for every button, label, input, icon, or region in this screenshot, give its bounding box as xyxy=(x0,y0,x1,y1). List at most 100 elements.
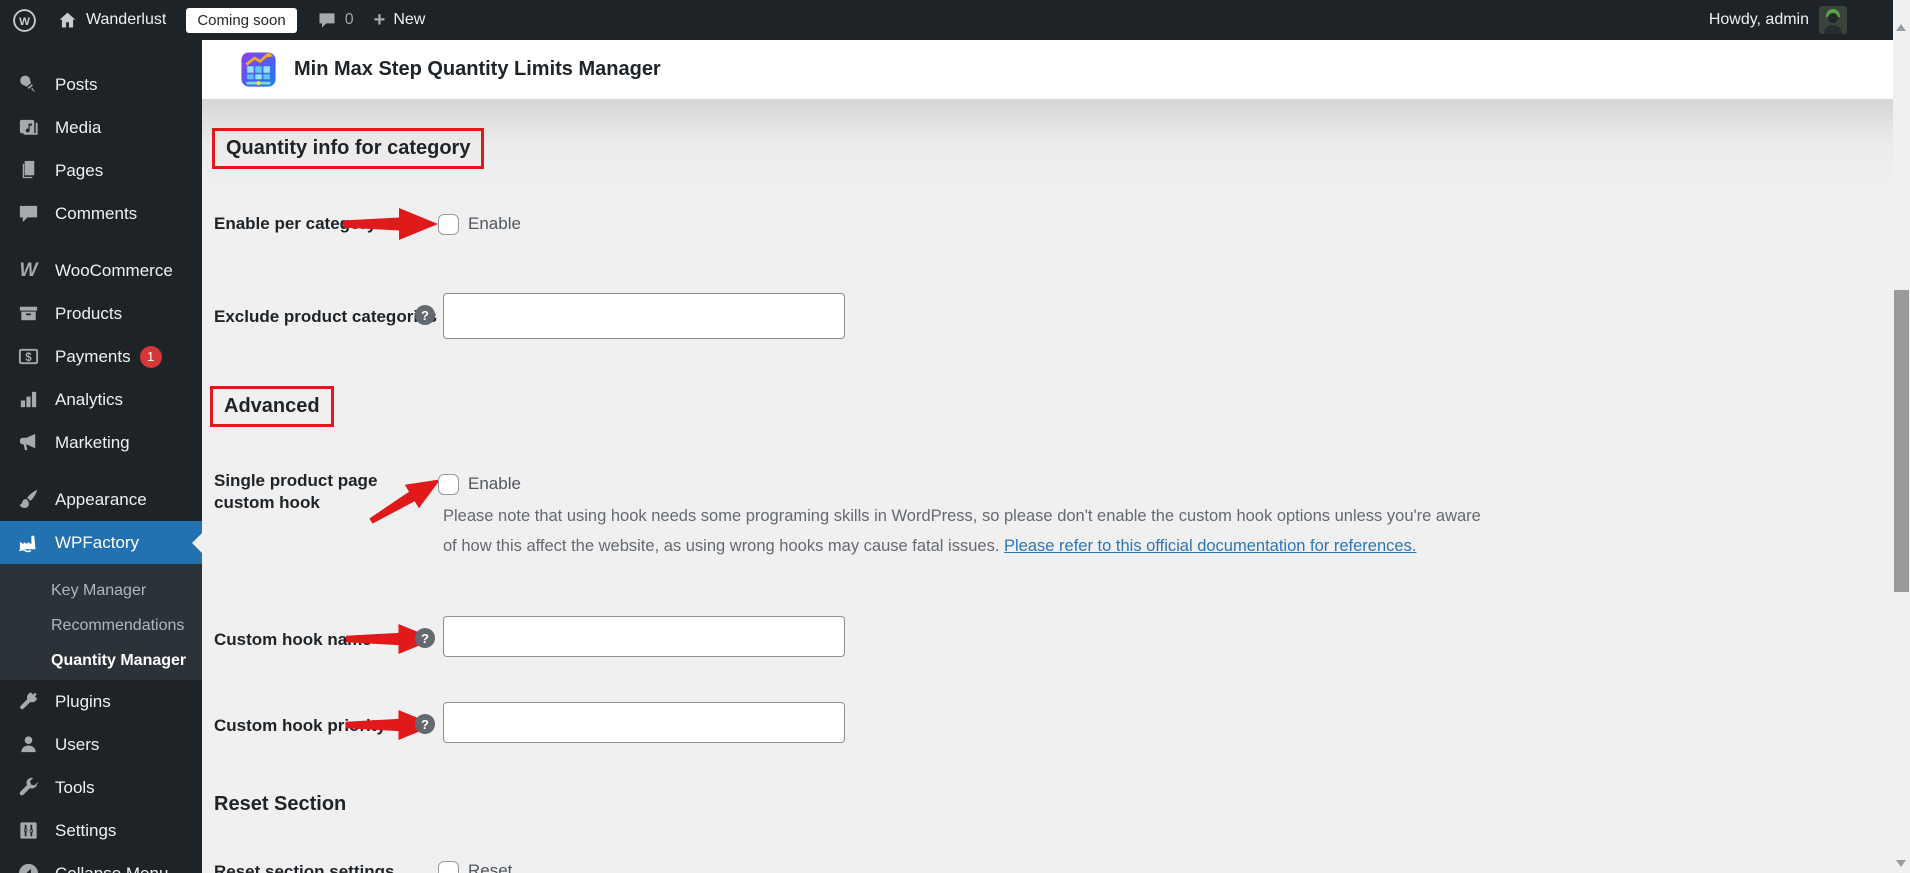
svg-text:$: $ xyxy=(25,352,32,364)
sidebar-item-media[interactable]: Media xyxy=(0,106,202,149)
sidebar-item-users[interactable]: Users xyxy=(0,723,202,766)
exclude-categories-label: Exclude product categories xyxy=(214,307,437,326)
custom-hook-enable-field: Enable xyxy=(438,470,521,498)
sidebar-item-wpfactory[interactable]: WPFactory xyxy=(0,521,202,564)
sidebar-item-plugins[interactable]: Plugins xyxy=(0,680,202,723)
sidebar-subitem-quantity-manager[interactable]: Quantity Manager xyxy=(0,643,202,678)
pages-icon xyxy=(15,159,42,182)
page-title: Min Max Step Quantity Limits Manager xyxy=(294,58,661,80)
documentation-link[interactable]: Please refer to this official documentat… xyxy=(1004,537,1416,555)
sidebar-item-collapse-menu[interactable]: Collapse Menu xyxy=(0,852,202,873)
section-heading-category: Quantity info for category xyxy=(212,128,485,169)
comment-bubble-icon xyxy=(319,13,335,28)
plugin-logo-icon xyxy=(241,51,276,87)
sidebar-item-comments[interactable]: Comments xyxy=(0,192,202,235)
admin-bar-account[interactable]: Howdy, admin xyxy=(1709,6,1893,34)
user-icon xyxy=(15,733,42,756)
sidebar-item-label: Marketing xyxy=(55,432,130,452)
reset-checkbox[interactable] xyxy=(438,860,459,873)
enable-per-category-field: Enable xyxy=(438,210,521,238)
box-icon xyxy=(15,302,42,325)
scrollbar xyxy=(1893,0,1910,873)
sidebar-item-label: Tools xyxy=(55,777,95,797)
wordpress-logo-icon: W xyxy=(13,8,36,32)
admin-bar-new[interactable]: + New xyxy=(374,10,426,30)
sidebar-item-label: Payments xyxy=(55,346,131,366)
sidebar-item-woocommerce[interactable]: W WooCommerce xyxy=(0,249,202,292)
section-heading-advanced: Advanced xyxy=(210,386,334,427)
site-name: Wanderlust xyxy=(86,11,167,28)
avatar xyxy=(1819,6,1847,34)
sidebar-item-payments[interactable]: $ Payments 1 xyxy=(0,335,202,378)
sidebar-item-label: Products xyxy=(55,303,123,323)
section-heading-reset: Reset Section xyxy=(214,793,347,815)
custom-hook-priority-input[interactable] xyxy=(443,702,845,743)
admin-bar: W Wanderlust Coming soon 0 + New Howdy, … xyxy=(0,0,1893,40)
sliders-icon xyxy=(15,819,42,842)
reset-settings-field: Reset xyxy=(438,857,512,873)
money-icon: $ xyxy=(15,345,42,368)
custom-hook-enable-checkbox[interactable] xyxy=(438,473,459,495)
checkbox-label: Enable xyxy=(468,214,521,233)
comment-count: 0 xyxy=(344,11,354,28)
woocommerce-icon: W xyxy=(19,260,38,281)
sidebar-subitem-key-manager[interactable]: Key Manager xyxy=(0,573,202,608)
sidebar-item-tools[interactable]: Tools xyxy=(0,766,202,809)
custom-hook-name-input[interactable] xyxy=(443,616,845,657)
media-icon xyxy=(15,116,42,139)
sidebar-item-label: Users xyxy=(55,734,100,754)
plugin-page-header: Min Max Step Quantity Limits Manager xyxy=(202,40,1893,99)
exclude-categories-input[interactable] xyxy=(443,293,845,339)
sidebar-item-posts[interactable]: Posts xyxy=(0,63,202,106)
sidebar-item-label: Settings xyxy=(55,820,117,840)
sidebar-item-label: Pages xyxy=(55,160,104,180)
payments-count-badge: 1 xyxy=(139,345,162,368)
sidebar-item-appearance[interactable]: Appearance xyxy=(0,478,202,521)
checkbox-label: Enable xyxy=(468,474,521,493)
comment-icon xyxy=(15,202,42,225)
collapse-icon xyxy=(15,862,42,873)
site-name-link[interactable]: Wanderlust xyxy=(57,10,166,31)
sidebar-item-label: Collapse Menu xyxy=(55,863,169,873)
sidebar-subitem-recommendations[interactable]: Recommendations xyxy=(0,608,202,643)
scrollbar-down-arrow[interactable] xyxy=(1896,860,1906,867)
sidebar-item-label: WPFactory xyxy=(55,532,140,552)
sidebar-item-label: Plugins xyxy=(55,691,111,711)
sidebar-item-label: Posts xyxy=(55,74,98,94)
sidebar-item-products[interactable]: Products xyxy=(0,292,202,335)
sidebar-item-label: Media xyxy=(55,117,102,137)
howdy-label: Howdy, admin xyxy=(1708,11,1809,28)
wpfactory-submenu: Key Manager Recommendations Quantity Man… xyxy=(0,564,202,680)
megaphone-icon xyxy=(15,431,42,454)
admin-bar-comments[interactable]: 0 xyxy=(317,10,354,30)
sidebar-item-label: Appearance xyxy=(55,489,147,509)
sidebar-item-label: Comments xyxy=(55,203,138,223)
scrollbar-thumb[interactable] xyxy=(1894,290,1909,592)
svg-text:W: W xyxy=(19,15,30,27)
sidebar-item-marketing[interactable]: Marketing xyxy=(0,421,202,464)
new-label: New xyxy=(393,11,426,28)
sidebar-item-pages[interactable]: Pages xyxy=(0,149,202,192)
home-icon xyxy=(59,12,76,27)
factory-icon xyxy=(15,531,42,554)
settings-content: Quantity info for category Enable per ca… xyxy=(202,99,1893,873)
custom-hook-description: Please note that using hook needs some p… xyxy=(443,501,1483,561)
help-icon[interactable]: ? xyxy=(415,305,435,325)
annotation-arrow-enable-category xyxy=(343,208,438,240)
sidebar-item-settings[interactable]: Settings xyxy=(0,809,202,852)
help-icon[interactable]: ? xyxy=(415,714,435,734)
wordpress-logo-icon[interactable]: W xyxy=(12,8,37,33)
checkbox-label: Reset xyxy=(468,861,513,873)
sidebar-item-analytics[interactable]: Analytics xyxy=(0,378,202,421)
pushpin-icon xyxy=(15,73,42,96)
plugin-icon xyxy=(15,690,42,713)
scrollbar-up-arrow[interactable] xyxy=(1896,24,1906,31)
sidebar-item-label: WooCommerce xyxy=(55,260,173,280)
help-icon[interactable]: ? xyxy=(415,628,435,648)
bar-chart-icon xyxy=(15,388,42,411)
plus-icon: + xyxy=(373,9,386,31)
reset-settings-label: Reset section settings xyxy=(214,862,395,873)
enable-per-category-checkbox[interactable] xyxy=(438,213,459,235)
sidebar-item-label: Analytics xyxy=(55,389,124,409)
wrench-icon xyxy=(15,776,42,799)
